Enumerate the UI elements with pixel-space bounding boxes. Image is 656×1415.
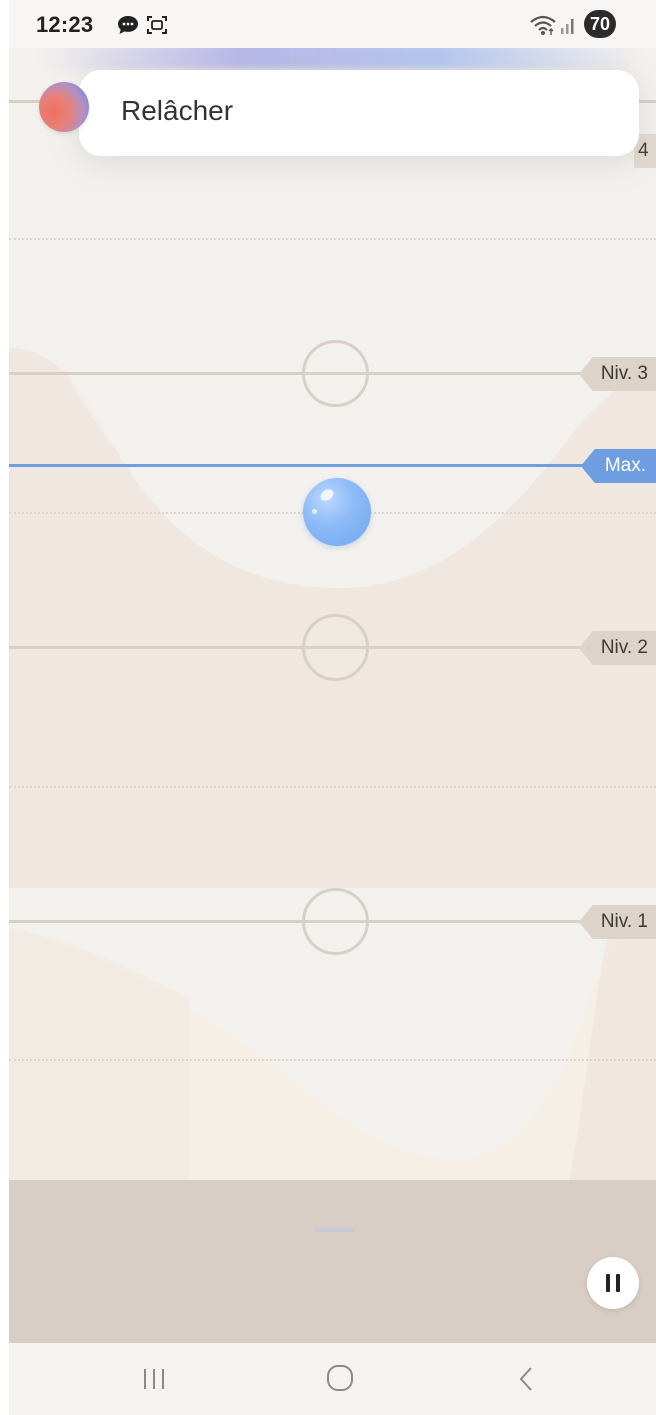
status-time: 12:23 [36,12,94,37]
dotted-guide-line [9,1059,656,1061]
level-tag-3: Niv. 3 [578,357,656,391]
level-target-circle-1 [302,888,369,955]
control-panel [9,1180,656,1343]
ball-highlight-dot [312,509,317,514]
signal-icon [561,19,574,34]
status-bar: 12:23 70 [9,0,656,48]
app-orb-icon [39,82,89,132]
navigation-bar [9,1343,656,1415]
instruction-text: Relâcher [121,95,234,126]
dotted-guide-line [9,238,656,240]
max-level-line [9,464,656,467]
back-icon[interactable] [514,1363,538,1395]
recents-icon[interactable] [137,1363,173,1395]
max-level-tag: Max. [580,449,656,483]
level-visualization: 4 Niv. 3 Max. Niv. 2 Niv. 1 [9,48,656,1180]
pause-icon [606,1274,620,1292]
screenshot-icon [147,16,167,34]
level-tag-1: Niv. 1 [578,905,656,939]
drag-handle[interactable] [315,1228,355,1232]
level-target-circle-2 [302,614,369,681]
level-target-circle-3 [302,340,369,407]
level-tag-2: Niv. 2 [578,631,656,665]
wifi-icon [530,15,556,35]
dotted-guide-line [9,786,656,788]
chat-icon [118,16,138,34]
app-screen: 12:23 70 4 Niv. 3 Max. Niv. 2 Niv. 1 Rel… [9,0,656,1415]
instruction-notification: Relâcher [79,70,639,156]
battery-indicator: 70 [584,10,616,38]
home-icon[interactable] [325,1363,355,1393]
pause-button[interactable] [587,1257,639,1309]
